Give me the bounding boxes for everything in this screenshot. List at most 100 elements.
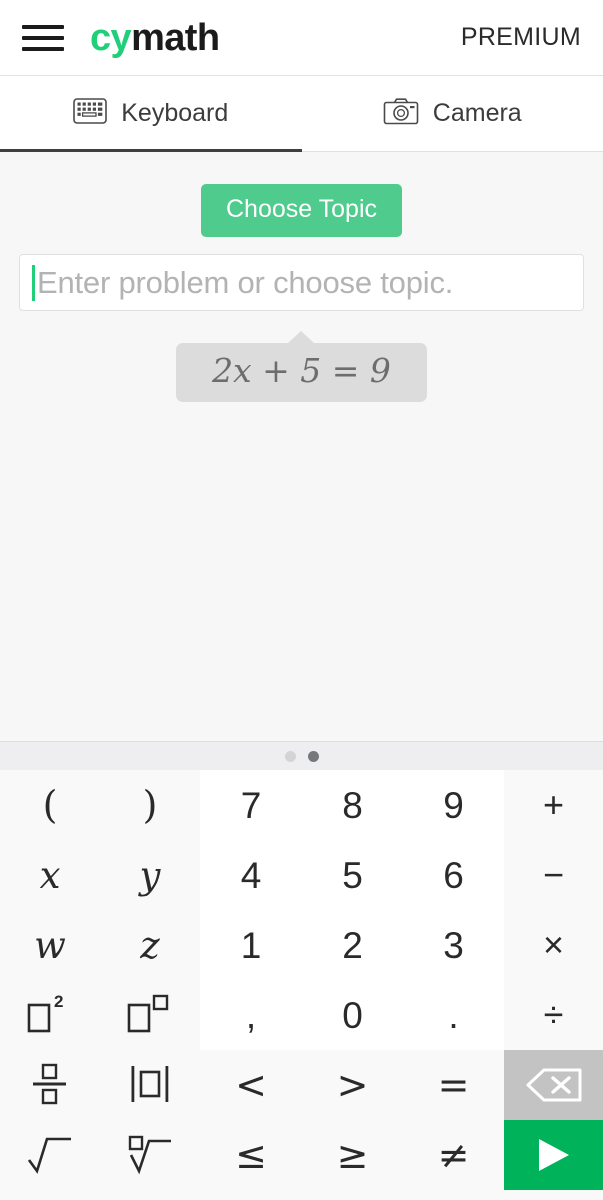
key-plus-label: + — [542, 784, 565, 825]
hamburger-bar-3 — [22, 46, 64, 51]
key-absolute-value[interactable] — [100, 1050, 200, 1120]
key-equals-label: = — [437, 1063, 470, 1107]
app-header: cymath PREMIUM — [0, 0, 603, 76]
key-multiply[interactable]: × — [504, 910, 603, 980]
key-decimal-point-label: . — [448, 994, 459, 1036]
key-square-root-glyph — [27, 1133, 73, 1177]
key-equals[interactable]: = — [403, 1050, 504, 1120]
tab-bar: Keyboard Camera — [0, 76, 603, 152]
svg-text:2: 2 — [54, 993, 63, 1011]
key-var-x-label: x — [39, 853, 61, 897]
key-greater-than[interactable]: > — [302, 1050, 403, 1120]
keyboard-icon — [73, 98, 108, 129]
key-not-equal[interactable]: ≠ — [403, 1120, 504, 1190]
key-plus[interactable]: + — [504, 770, 603, 840]
key-0[interactable]: 0 — [302, 980, 403, 1050]
key-greater-equal[interactable]: ≥ — [302, 1120, 403, 1190]
cymath-logo[interactable]: cymath — [90, 16, 220, 59]
key-square[interactable]: 2 — [0, 980, 100, 1050]
tab-camera[interactable]: Camera — [302, 76, 603, 151]
key-less-than[interactable]: < — [200, 1050, 302, 1120]
key-var-z-label: z — [140, 923, 160, 967]
key-power-glyph — [127, 993, 173, 1037]
key-var-x[interactable]: x — [0, 840, 100, 910]
key-8[interactable]: 8 — [302, 770, 403, 840]
keyboard-pager — [0, 741, 603, 770]
key-9[interactable]: 9 — [403, 770, 504, 840]
key-less-equal[interactable]: ≤ — [200, 1120, 302, 1190]
key-close-paren-label: ) — [142, 783, 158, 827]
key-absolute-value-glyph — [130, 1063, 171, 1107]
hamburger-bar-2 — [22, 35, 64, 40]
key-var-w-label: w — [34, 923, 66, 967]
key-close-paren[interactable]: ) — [100, 770, 200, 840]
problem-input-placeholder: Enter problem or choose topic. — [37, 264, 454, 300]
logo-text-math: math — [131, 16, 220, 59]
key-divide-label: ÷ — [543, 994, 564, 1035]
hamburger-bar-1 — [22, 24, 64, 29]
key-6[interactable]: 6 — [403, 840, 504, 910]
key-var-y[interactable]: y — [100, 840, 200, 910]
key-square-glyph: 2 — [27, 993, 73, 1037]
problem-input[interactable]: Enter problem or choose topic. — [19, 254, 584, 311]
key-open-paren-label: ( — [42, 783, 58, 827]
key-fraction-glyph — [32, 1063, 68, 1107]
key-7-label: 7 — [240, 784, 262, 826]
pager-dot-2[interactable] — [307, 750, 319, 762]
key-4-label: 4 — [240, 854, 262, 896]
hamburger-menu-icon[interactable] — [22, 22, 64, 54]
key-3-label: 3 — [443, 924, 464, 966]
key-9-label: 9 — [443, 784, 464, 826]
key-nth-root[interactable] — [100, 1120, 200, 1190]
key-4[interactable]: 4 — [200, 840, 302, 910]
key-2-label: 2 — [342, 924, 363, 966]
key-divide[interactable]: ÷ — [504, 980, 603, 1050]
key-power[interactable] — [100, 980, 200, 1050]
key-greater-equal-label: ≥ — [336, 1133, 369, 1177]
example-equation: 2x + 5 = 9 — [212, 351, 391, 390]
key-minus[interactable]: − — [504, 840, 603, 910]
key-1-label: 1 — [240, 924, 262, 966]
key-2[interactable]: 2 — [302, 910, 403, 980]
key-comma[interactable]: , — [200, 980, 302, 1050]
key-less-than-label: < — [235, 1063, 267, 1107]
text-caret — [32, 264, 35, 301]
key-fraction[interactable] — [0, 1050, 100, 1120]
example-bubble-arrow — [288, 331, 315, 343]
logo-text-cy: cy — [90, 16, 132, 59]
key-3[interactable]: 3 — [403, 910, 504, 980]
key-1[interactable]: 1 — [200, 910, 302, 980]
key-decimal-point[interactable]: . — [403, 980, 504, 1050]
cymath-app: cymath PREMIUM Keyboard Camera Choose To… — [0, 0, 603, 1200]
key-5[interactable]: 5 — [302, 840, 403, 910]
content-area: Choose Topic Enter problem or choose top… — [0, 152, 603, 741]
key-nth-root-glyph — [127, 1133, 173, 1177]
key-7[interactable]: 7 — [200, 770, 302, 840]
tab-camera-label: Camera — [432, 99, 522, 127]
choose-topic-button[interactable]: Choose Topic — [200, 184, 403, 237]
key-var-y-label: y — [139, 853, 161, 897]
key-comma-label: , — [245, 994, 257, 1036]
key-square-root[interactable] — [0, 1120, 100, 1190]
camera-icon — [383, 97, 419, 131]
premium-link[interactable]: PREMIUM — [461, 23, 581, 52]
key-8-label: 8 — [342, 784, 363, 826]
key-minus-label: − — [542, 854, 565, 895]
tab-keyboard[interactable]: Keyboard — [0, 76, 302, 152]
example-bubble-wrap: 2x + 5 = 9 — [176, 331, 427, 402]
key-var-z[interactable]: z — [100, 910, 200, 980]
math-keyboard: () 7 8 9 + x y 4 5 6 − w z 1 2 3 × 2, 0. ÷ < > = ≤ ≥ ≠ — [0, 770, 603, 1200]
key-5-label: 5 — [342, 854, 363, 896]
key-0-label: 0 — [342, 994, 363, 1036]
key-backspace[interactable] — [504, 1050, 603, 1120]
key-6-label: 6 — [443, 854, 464, 896]
example-problem-button[interactable]: 2x + 5 = 9 — [176, 343, 427, 402]
play-triangle-icon — [533, 1136, 575, 1174]
backspace-icon — [524, 1064, 584, 1106]
key-greater-than-label: > — [336, 1063, 369, 1107]
key-submit[interactable] — [504, 1120, 603, 1190]
key-open-paren[interactable]: ( — [0, 770, 100, 840]
key-var-w[interactable]: w — [0, 910, 100, 980]
pager-dot-1[interactable] — [284, 750, 296, 762]
key-multiply-label: × — [542, 924, 565, 965]
